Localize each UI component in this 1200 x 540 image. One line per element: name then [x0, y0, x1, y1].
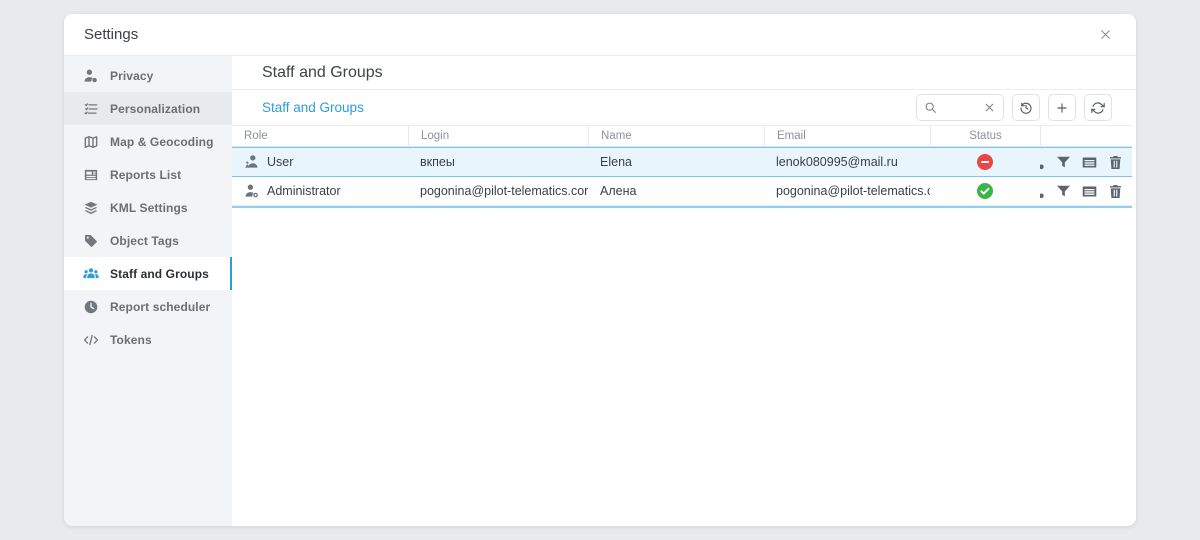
sidebar-item-personalization[interactable]: Personalization: [64, 92, 232, 125]
sidebar-item-object-tags[interactable]: Object Tags: [64, 224, 232, 257]
email-cell: pogonina@pilot-telematics.com: [764, 177, 930, 205]
search-box: [916, 94, 1004, 121]
history-button[interactable]: [1012, 94, 1040, 121]
filter-button[interactable]: [1055, 154, 1072, 171]
role-cell: User: [267, 155, 293, 169]
details-button[interactable]: [1081, 183, 1098, 200]
page-title: Staff and Groups: [262, 64, 383, 82]
search-input[interactable]: [941, 101, 979, 115]
column-header-name: Name: [588, 126, 764, 146]
page-titlebar: Staff and Groups: [232, 56, 1136, 90]
list-check-icon: [83, 101, 99, 117]
dialog-title: Settings: [84, 26, 138, 43]
name-cell: Elena: [588, 148, 764, 176]
dialog-body: Privacy Personalization Map & Geocoding …: [64, 56, 1136, 526]
table-row[interactable]: Administrator pogonina@pilot-telematics.…: [232, 177, 1132, 206]
role-cell: Administrator: [267, 184, 341, 198]
assign-user-button[interactable]: [1040, 154, 1046, 171]
clear-search-icon[interactable]: [983, 101, 996, 114]
add-button[interactable]: [1048, 94, 1076, 121]
settings-dialog: Settings Privacy Personalization Map & G…: [64, 14, 1136, 526]
delete-button[interactable]: [1107, 183, 1124, 200]
status-blocked-icon: [977, 154, 993, 170]
sidebar-item-tokens[interactable]: Tokens: [64, 323, 232, 356]
plus-icon: [1055, 101, 1069, 115]
column-header-role: Role: [232, 126, 408, 146]
clock-icon: [83, 299, 99, 315]
tag-icon: [83, 233, 99, 249]
login-cell: вкпеы: [408, 148, 588, 176]
email-cell: lenok080995@mail.ru: [764, 148, 930, 176]
code-icon: [83, 332, 99, 348]
sidebar-item-kml-settings[interactable]: KML Settings: [64, 191, 232, 224]
sidebar-item-report-scheduler[interactable]: Report scheduler: [64, 290, 232, 323]
sidebar-item-map-geocoding[interactable]: Map & Geocoding: [64, 125, 232, 158]
column-header-email: Email: [764, 126, 930, 146]
status-active-icon: [977, 183, 993, 199]
map-icon: [83, 134, 99, 150]
sidebar: Privacy Personalization Map & Geocoding …: [64, 56, 232, 526]
details-button[interactable]: [1081, 154, 1098, 171]
sidebar-item-privacy[interactable]: Privacy: [64, 59, 232, 92]
close-icon[interactable]: [1094, 24, 1116, 46]
column-header-actions: [1040, 126, 1132, 146]
toolbar: [916, 94, 1112, 121]
delete-button[interactable]: [1107, 154, 1124, 171]
row-actions: [1040, 148, 1132, 176]
filter-button[interactable]: [1055, 183, 1072, 200]
dialog-header: Settings: [64, 14, 1136, 56]
people-group-icon: [83, 266, 99, 282]
sidebar-item-reports-list[interactable]: Reports List: [64, 158, 232, 191]
sidebar-item-staff-and-groups[interactable]: Staff and Groups: [64, 257, 232, 290]
login-cell: pogonina@pilot-telematics.com: [408, 177, 588, 205]
column-header-status: Status: [930, 126, 1040, 146]
layers-icon: [83, 200, 99, 216]
user-group-icon: [244, 154, 260, 170]
content-panel: Staff and Groups Staff and Groups RoleLo…: [232, 56, 1136, 526]
refresh-button[interactable]: [1084, 94, 1112, 121]
table-body: User вкпеы Elena lenok080995@mail.ru Adm…: [232, 147, 1132, 208]
name-cell: Алена: [588, 177, 764, 205]
history-icon: [1019, 101, 1033, 115]
person-gear-icon: [244, 183, 260, 199]
column-header-login: Login: [408, 126, 588, 146]
row-actions: [1040, 177, 1132, 205]
assign-user-button[interactable]: [1040, 183, 1046, 200]
tab-bar: Staff and Groups: [232, 90, 1136, 125]
table-row[interactable]: User вкпеы Elena lenok080995@mail.ru: [232, 147, 1132, 177]
tab-staff-and-groups[interactable]: Staff and Groups: [262, 100, 364, 115]
newspaper-icon: [83, 167, 99, 183]
search-icon: [924, 101, 937, 114]
person-badge-icon: [83, 68, 99, 84]
refresh-icon: [1091, 101, 1105, 115]
table-header-row: RoleLoginNameEmailStatus: [232, 125, 1132, 147]
staff-table: RoleLoginNameEmailStatus User вкпеы Elen…: [232, 125, 1132, 208]
